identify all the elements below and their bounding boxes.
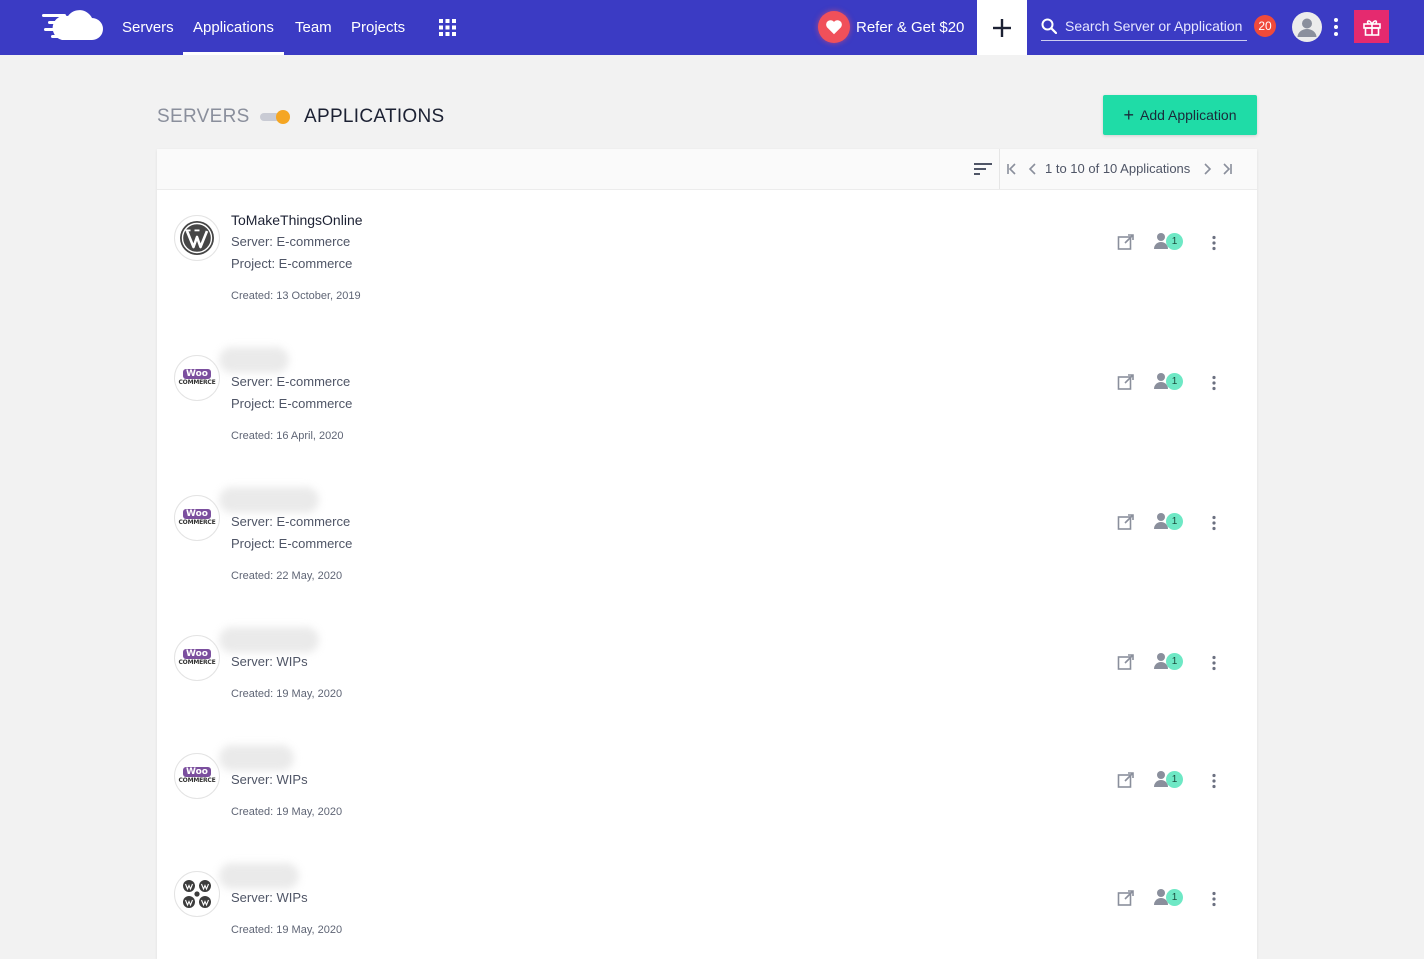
application-server: Server: WIPs bbox=[231, 890, 308, 905]
last-page-icon[interactable] bbox=[1221, 162, 1233, 181]
open-external-link-icon[interactable] bbox=[1117, 889, 1135, 912]
application-server: Server: E-commerce bbox=[231, 374, 351, 389]
open-external-link-icon[interactable] bbox=[1117, 653, 1135, 676]
search-icon bbox=[1041, 18, 1057, 34]
redacted-application-name[interactable] bbox=[219, 863, 299, 889]
pagination-summary: 1 to 10 of 10 Applications bbox=[1045, 161, 1191, 176]
application-server: Server: WIPs bbox=[231, 772, 308, 787]
application-server: Server: E-commerce bbox=[231, 514, 351, 529]
add-application-button[interactable]: + Add Application bbox=[1103, 95, 1257, 135]
list-toolbar: 1 to 10 of 10 Applications bbox=[157, 149, 1257, 190]
sort-icon[interactable] bbox=[974, 162, 992, 181]
redacted-application-name[interactable] bbox=[219, 745, 294, 771]
woocommerce-icon: Woo COMMERCE bbox=[174, 635, 220, 681]
member-count-badge: 1 bbox=[1166, 372, 1183, 390]
team-members[interactable]: 1 bbox=[1153, 232, 1183, 250]
application-created-date: Created: 22 May, 2020 bbox=[231, 570, 343, 582]
refer-link[interactable]: Refer & Get $20 bbox=[818, 10, 964, 44]
search-input[interactable] bbox=[1063, 17, 1247, 35]
next-page-icon[interactable] bbox=[1202, 162, 1212, 181]
member-count-badge: 1 bbox=[1166, 770, 1183, 788]
servers-applications-toggle[interactable] bbox=[260, 110, 292, 124]
nav-applications[interactable]: Applications bbox=[183, 0, 284, 55]
member-count-badge: 1 bbox=[1166, 652, 1183, 670]
team-members[interactable]: 1 bbox=[1153, 512, 1183, 530]
add-application-label: Add Application bbox=[1139, 107, 1237, 123]
redacted-application-name[interactable] bbox=[219, 627, 319, 653]
top-navigation-bar: Servers Applications Team Projects Refer… bbox=[0, 0, 1424, 55]
application-project: Project: E-commerce bbox=[231, 396, 353, 411]
plus-icon bbox=[993, 18, 1011, 37]
applications-list-panel: 1 to 10 of 10 Applications ToMakeThingsO… bbox=[157, 149, 1257, 959]
plus-icon: + bbox=[1123, 105, 1134, 125]
redacted-application-name[interactable] bbox=[219, 347, 289, 373]
wordpress-icon bbox=[174, 215, 220, 261]
wordpress-multisite-icon bbox=[174, 871, 220, 917]
nav-servers[interactable]: Servers bbox=[122, 0, 174, 55]
application-server: Server: E-commerce bbox=[231, 234, 351, 249]
notification-badge[interactable]: 20 bbox=[1254, 15, 1276, 37]
nav-team[interactable]: Team bbox=[295, 0, 332, 55]
more-vertical-icon[interactable] bbox=[1211, 515, 1217, 536]
gift-icon bbox=[1362, 19, 1381, 36]
toolbar-divider bbox=[999, 149, 1000, 189]
gift-button[interactable] bbox=[1354, 10, 1389, 43]
application-created-date: Created: 19 May, 2020 bbox=[231, 688, 343, 700]
more-vertical-icon[interactable] bbox=[1333, 17, 1339, 42]
more-vertical-icon[interactable] bbox=[1211, 375, 1217, 396]
open-external-link-icon[interactable] bbox=[1117, 233, 1135, 256]
woocommerce-icon: Woo COMMERCE bbox=[174, 355, 220, 401]
cloudways-logo-icon[interactable] bbox=[42, 10, 104, 47]
member-count-badge: 1 bbox=[1166, 232, 1183, 250]
servers-tab[interactable]: SERVERS bbox=[157, 106, 250, 128]
more-vertical-icon[interactable] bbox=[1211, 891, 1217, 912]
application-created-date: Created: 19 May, 2020 bbox=[231, 924, 343, 936]
team-members[interactable]: 1 bbox=[1153, 888, 1183, 906]
refer-label: Refer & Get $20 bbox=[856, 18, 965, 36]
open-external-link-icon[interactable] bbox=[1117, 513, 1135, 536]
application-created-date: Created: 16 April, 2020 bbox=[231, 430, 344, 442]
woocommerce-icon: Woo COMMERCE bbox=[174, 753, 220, 799]
more-vertical-icon[interactable] bbox=[1211, 773, 1217, 794]
create-new-button[interactable] bbox=[977, 0, 1027, 55]
apps-grid-icon[interactable] bbox=[439, 19, 456, 41]
member-count-badge: 1 bbox=[1166, 888, 1183, 906]
open-external-link-icon[interactable] bbox=[1117, 771, 1135, 794]
team-members[interactable]: 1 bbox=[1153, 652, 1183, 670]
application-created-date: Created: 19 May, 2020 bbox=[231, 806, 343, 818]
application-server: Server: WIPs bbox=[231, 654, 308, 669]
application-project: Project: E-commerce bbox=[231, 536, 353, 551]
first-page-icon[interactable] bbox=[1006, 162, 1018, 181]
previous-page-icon[interactable] bbox=[1028, 162, 1038, 181]
toggle-knob bbox=[276, 110, 290, 124]
nav-projects[interactable]: Projects bbox=[351, 0, 405, 55]
applications-tab[interactable]: APPLICATIONS bbox=[304, 106, 445, 128]
team-members[interactable]: 1 bbox=[1153, 372, 1183, 390]
more-vertical-icon[interactable] bbox=[1211, 235, 1217, 256]
search-box[interactable] bbox=[1041, 12, 1247, 41]
application-name[interactable]: ToMakeThingsOnline bbox=[231, 212, 363, 228]
team-members[interactable]: 1 bbox=[1153, 770, 1183, 788]
woocommerce-icon: Woo COMMERCE bbox=[174, 495, 220, 541]
application-created-date: Created: 13 October, 2019 bbox=[231, 290, 361, 302]
redacted-application-name[interactable] bbox=[219, 487, 319, 513]
more-vertical-icon[interactable] bbox=[1211, 655, 1217, 676]
application-project: Project: E-commerce bbox=[231, 256, 353, 271]
open-external-link-icon[interactable] bbox=[1117, 373, 1135, 396]
user-avatar-icon[interactable] bbox=[1292, 12, 1322, 42]
heart-icon bbox=[818, 11, 850, 43]
member-count-badge: 1 bbox=[1166, 512, 1183, 530]
